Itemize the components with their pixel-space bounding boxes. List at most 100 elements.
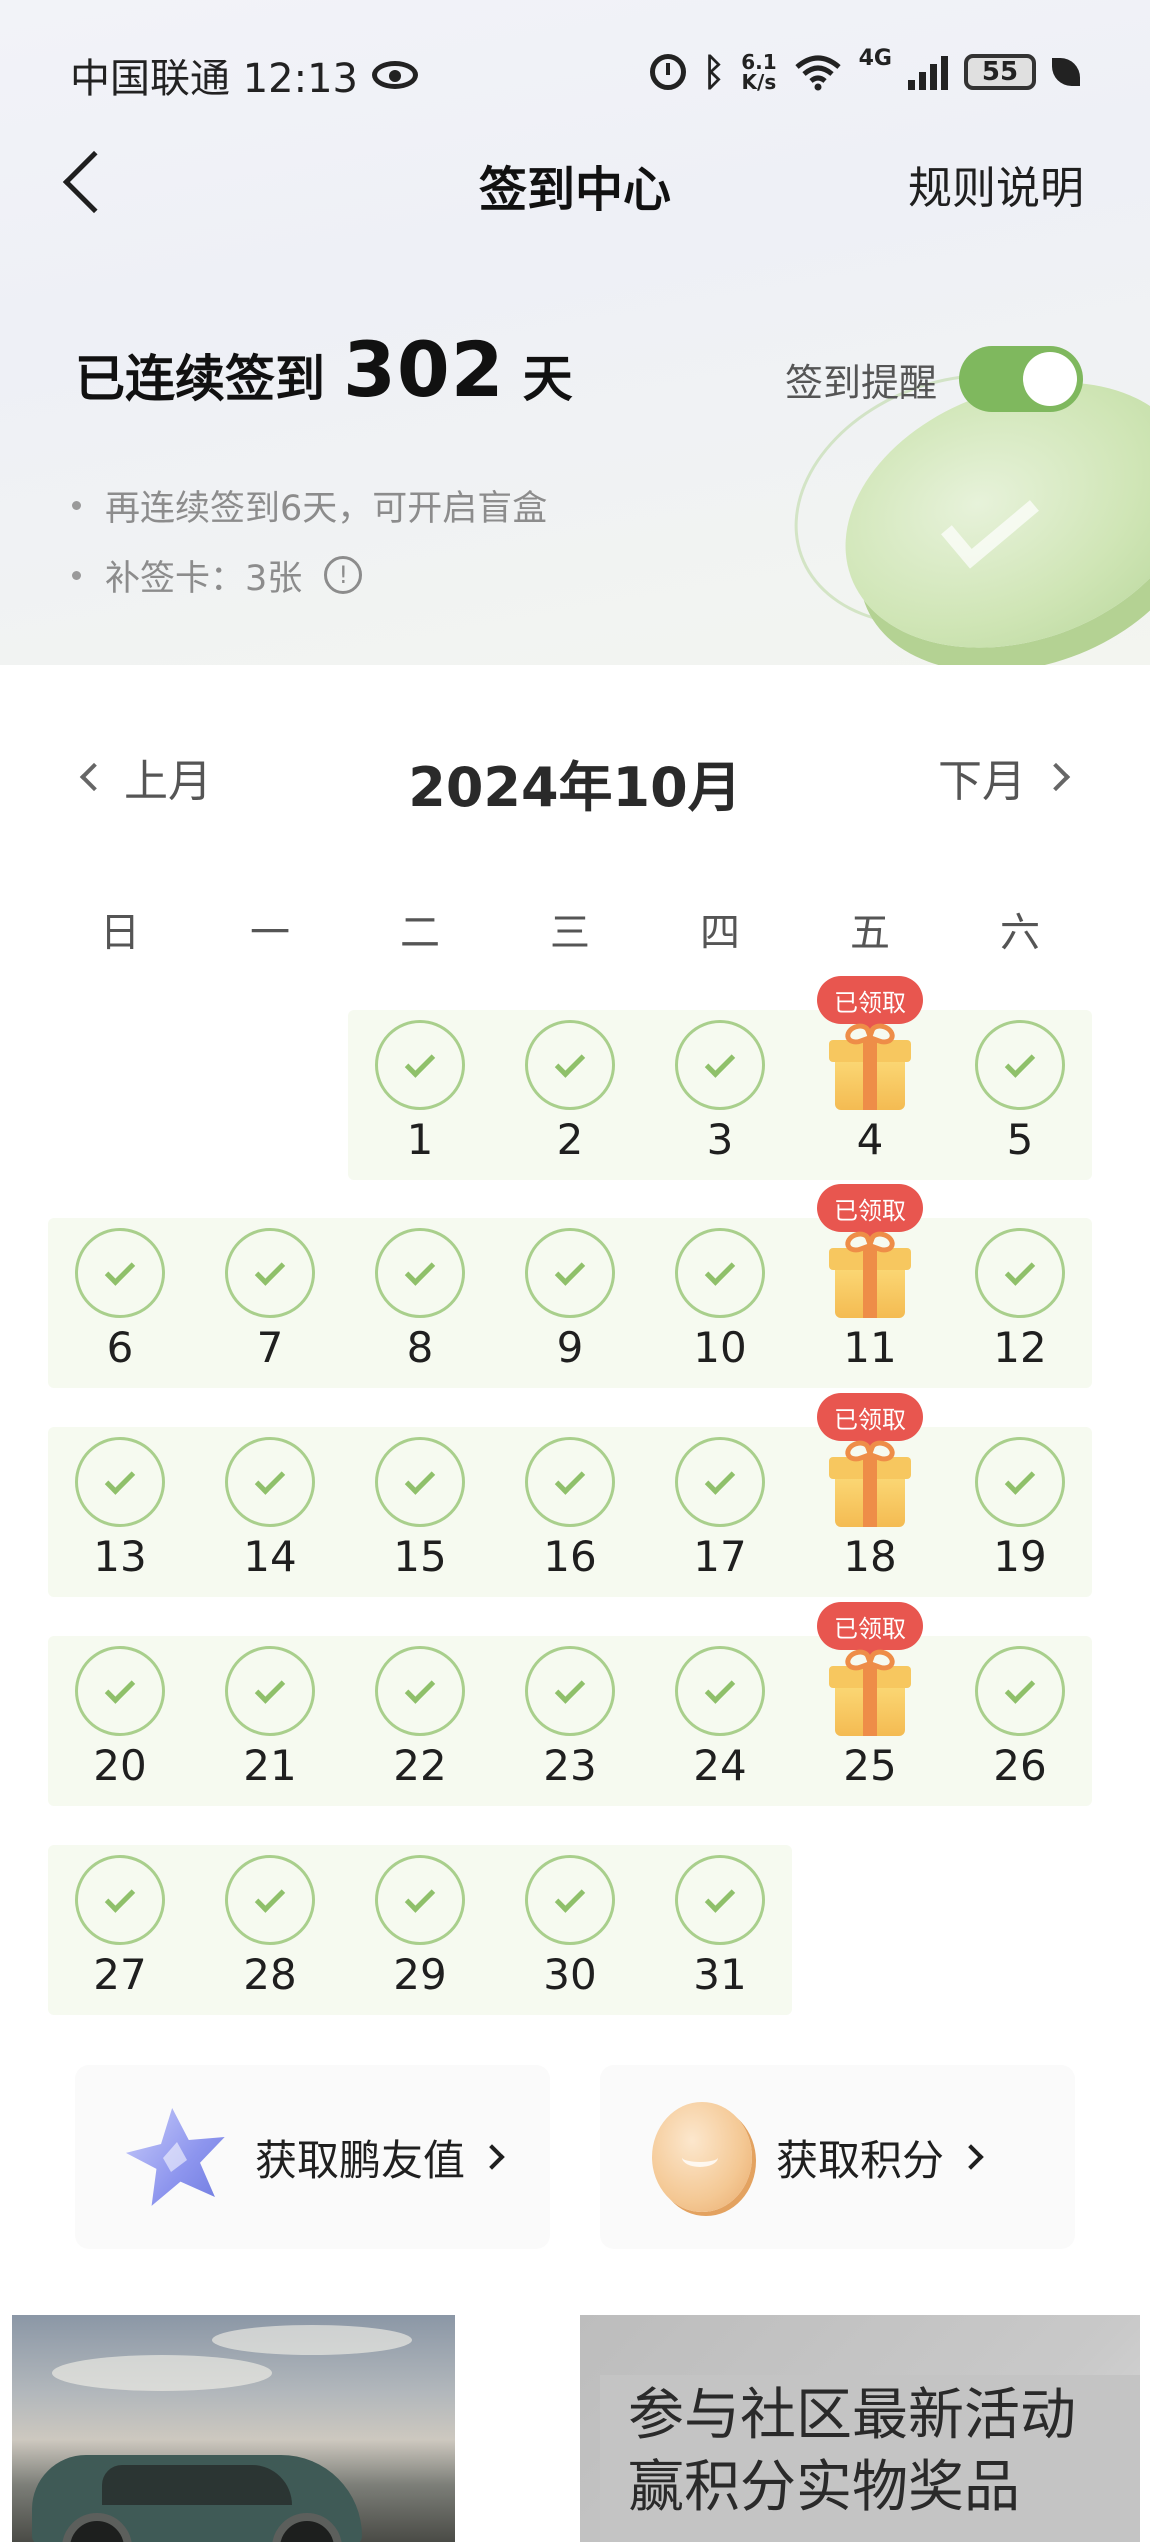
calendar-day[interactable]: 14 [195,1427,345,1597]
calendar-day[interactable]: 已领取 11 [795,1184,945,1388]
check-circle-icon [675,1646,765,1736]
banner-car[interactable] [12,2315,455,2542]
day-number: 16 [543,1532,597,1581]
calendar-day[interactable]: 已领取 25 [795,1602,945,1806]
check-icon [254,1254,286,1286]
next-month-button[interactable]: 下月 [938,745,1071,809]
calendar-day[interactable]: 31 [645,1845,795,2015]
cloud [212,2325,412,2355]
points-label: 获取积分 [776,2135,945,2185]
chevron-right-icon [958,2144,984,2170]
day-number: 1 [406,1115,434,1164]
carrier-time: 中国联通 12:13 [70,56,358,102]
calendar-day[interactable]: 5 [945,1010,1095,1180]
check-circle-icon [225,1855,315,1945]
calendar-day[interactable]: 20 [45,1636,195,1806]
reminder-toggle[interactable] [959,346,1084,412]
check-icon [554,1254,586,1286]
day-number: 17 [693,1532,747,1581]
check-circle-icon [75,1855,165,1945]
check-icon [404,1463,436,1495]
check-circle-icon [525,1020,615,1110]
day-number: 11 [843,1323,897,1372]
check-circle-icon [975,1437,1065,1527]
calendar-day[interactable]: 7 [195,1218,345,1388]
status-carrier: 中国联通 12:13 [70,46,418,104]
check-circle-icon [675,1855,765,1945]
check-icon [1004,1254,1036,1286]
day-number: 24 [693,1741,747,1790]
day-number: 28 [243,1950,297,1999]
car-window [102,2465,292,2505]
tip-makeup-card: 补签卡：3张 ! [72,540,547,610]
streak-days: 302 [343,325,505,414]
banner-activity[interactable]: 参与社区最新活动 赢积分实物奖品 [580,2315,1140,2542]
calendar-day[interactable]: 21 [195,1636,345,1806]
calendar-day[interactable]: 19 [945,1427,1095,1597]
calendar-day[interactable]: 10 [645,1218,795,1388]
claimed-badge: 已领取 [817,1184,923,1242]
day-number: 10 [693,1323,747,1372]
weekday-label: 二 [400,910,440,956]
month-navigator: 上月 2024年10月 下月 [0,745,1150,819]
wifi-icon [793,53,843,91]
day-number: 9 [556,1323,584,1372]
day-number: 20 [93,1741,147,1790]
calendar-day[interactable]: 已领取 4 [795,976,945,1180]
calendar-day[interactable]: 3 [645,1010,795,1180]
calendar-day[interactable]: 13 [45,1427,195,1597]
calendar-day[interactable]: 6 [45,1218,195,1388]
get-friend-value-card[interactable]: 获取鹏友值 [75,2065,550,2249]
calendar-day[interactable]: 12 [945,1218,1095,1388]
get-points-card[interactable]: 获取积分 [600,2065,1075,2249]
calendar-day[interactable]: 已领取 18 [795,1393,945,1597]
calendar-day[interactable]: 16 [495,1427,645,1597]
next-month-label: 下月 [938,756,1026,807]
gift-icon [827,1646,913,1736]
calendar-day[interactable]: 24 [645,1636,795,1806]
check-circle-icon [225,1228,315,1318]
check-circle-icon [375,1020,465,1110]
check-circle-icon [525,1437,615,1527]
check-circle-icon [675,1437,765,1527]
day-number: 31 [693,1950,747,1999]
check-icon [1004,1463,1036,1495]
calendar-day[interactable]: 1 [345,1010,495,1180]
reminder-label: 签到提醒 [785,360,938,405]
calendar-day[interactable]: 8 [345,1218,495,1388]
streak-suffix: 天 [522,350,573,408]
calendar-day[interactable]: 15 [345,1427,495,1597]
day-number: 19 [993,1532,1047,1581]
calendar-day[interactable]: 22 [345,1636,495,1806]
check-icon [104,1254,136,1286]
calendar-day[interactable]: 28 [195,1845,345,2015]
check-circle-icon [525,1855,615,1945]
check-icon [1004,1046,1036,1078]
calendar-day[interactable]: 30 [495,1845,645,2015]
check-icon [104,1672,136,1704]
calendar-day[interactable]: 29 [345,1845,495,2015]
network-type: 4G [858,46,892,71]
day-number: 13 [93,1532,147,1581]
check-circle-icon [525,1228,615,1318]
day-number: 8 [406,1323,434,1372]
calendar-day[interactable]: 17 [645,1427,795,1597]
day-number: 7 [256,1323,284,1372]
calendar-day[interactable]: 27 [45,1845,195,2015]
calendar-day[interactable]: 2 [495,1010,645,1180]
check-icon [554,1672,586,1704]
check-circle-icon [375,1646,465,1736]
check-circle-icon [225,1646,315,1736]
info-icon[interactable]: ! [324,556,363,594]
rules-link[interactable]: 规则说明 [908,152,1084,216]
check-circle-icon [975,1646,1065,1736]
day-number: 22 [393,1741,447,1790]
calendar-day[interactable]: 23 [495,1636,645,1806]
day-number: 29 [393,1950,447,1999]
check-icon [704,1881,736,1913]
day-number: 4 [856,1115,884,1164]
calendar-day[interactable]: 9 [495,1218,645,1388]
calendar-day[interactable]: 26 [945,1636,1095,1806]
check-circle-icon [975,1020,1065,1110]
day-number: 6 [106,1323,134,1372]
